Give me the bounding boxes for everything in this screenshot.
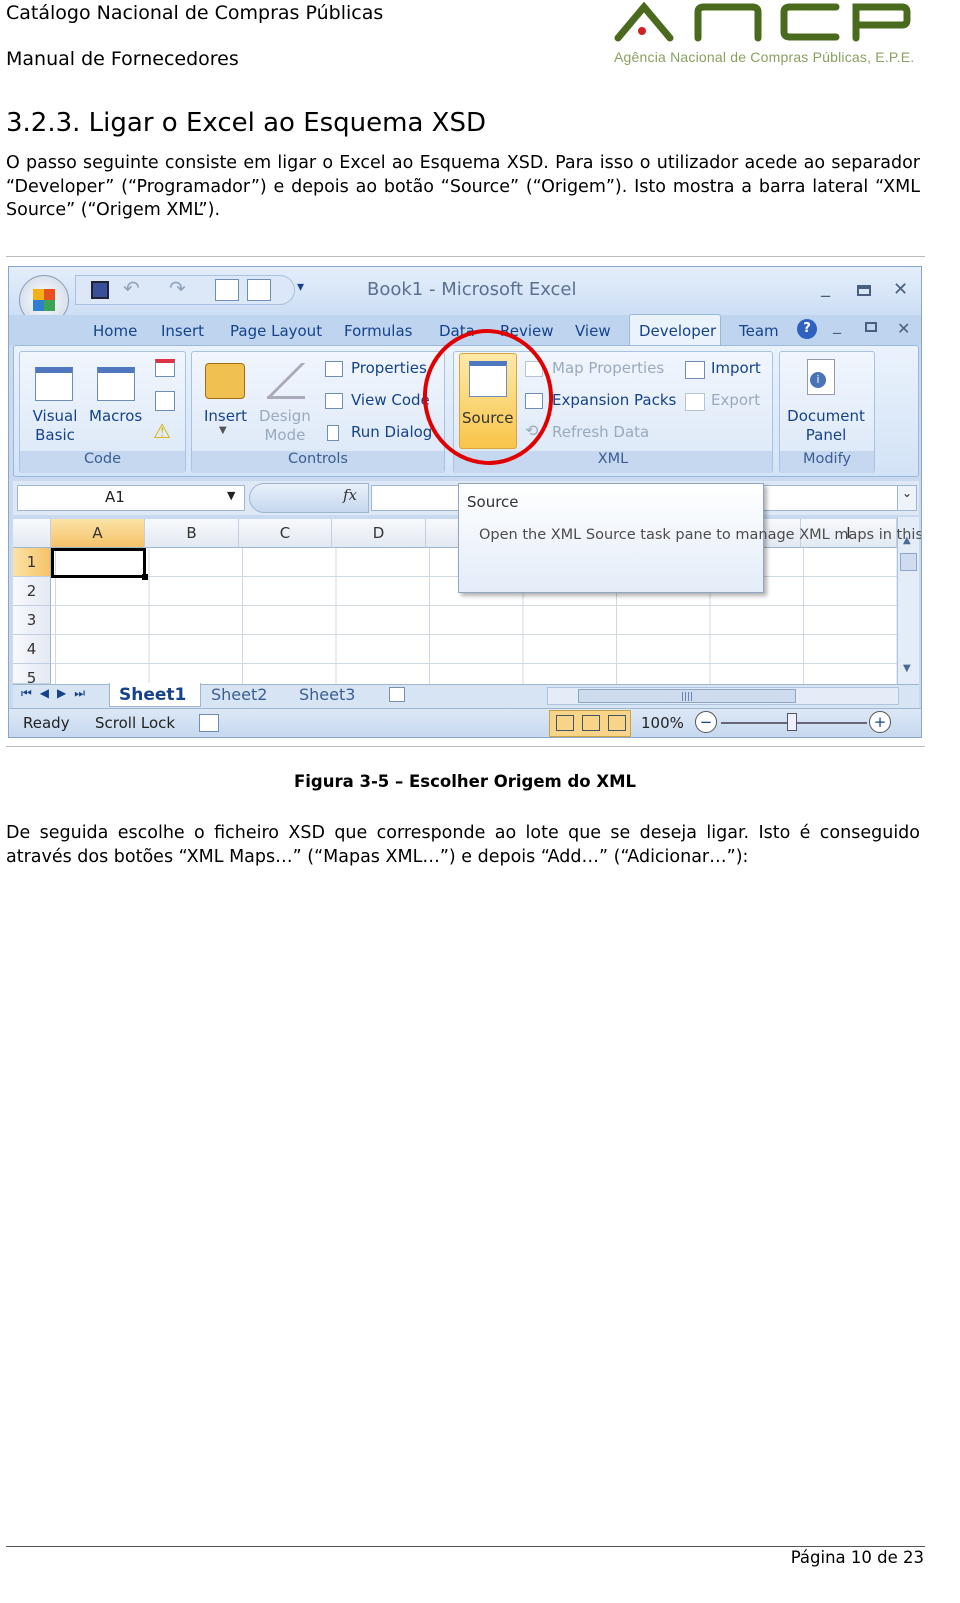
form-icon[interactable] xyxy=(215,279,239,301)
import-icon xyxy=(685,361,705,379)
design-mode-icon xyxy=(267,363,305,399)
horizontal-scrollbar[interactable]: |||| xyxy=(547,687,899,705)
expand-formula-bar-icon[interactable]: ⌄ xyxy=(897,485,917,511)
visual-basic-icon xyxy=(35,367,73,401)
insert-function-button[interactable]: fx xyxy=(343,486,357,504)
insert-controls-button[interactable]: Insert xyxy=(204,407,247,425)
row-header-5[interactable]: 5 xyxy=(13,664,51,684)
tooltip-title: Source xyxy=(467,493,519,511)
row-header-4[interactable]: 4 xyxy=(13,635,51,664)
design-mode-button[interactable]: Design Mode xyxy=(259,407,311,445)
import-button[interactable]: Import xyxy=(711,359,761,377)
tab-insert[interactable]: Insert xyxy=(161,322,204,340)
view-buttons[interactable] xyxy=(549,710,631,737)
row-header-2[interactable]: 2 xyxy=(13,577,51,606)
record-macro-icon[interactable] xyxy=(155,359,175,377)
minimize-button[interactable]: _ xyxy=(821,277,830,298)
status-ready: Ready xyxy=(23,714,70,732)
tooltip-body: Open the XML Source task pane to manage … xyxy=(479,527,921,543)
close-button[interactable]: ✕ xyxy=(893,279,908,300)
document-panel-icon: i xyxy=(807,359,835,395)
section-heading: 3.2.3. Ligar o Excel ao Esquema XSD xyxy=(6,108,487,138)
save-icon[interactable] xyxy=(91,281,109,299)
row-header-1[interactable]: 1 xyxy=(13,548,51,577)
name-box-value: A1 xyxy=(105,488,125,506)
refresh-data-button[interactable]: Refresh Data xyxy=(552,423,649,441)
page-number: Página 10 de 23 xyxy=(790,1548,924,1567)
document-header-subtitle: Manual de Fornecedores xyxy=(6,48,239,70)
figure-bottom-rule xyxy=(6,746,925,747)
document-header-title: Catálogo Nacional de Compras Públicas xyxy=(6,2,384,24)
ancp-logo xyxy=(614,2,911,42)
worksheet-icon[interactable] xyxy=(247,279,271,301)
macro-record-status-icon[interactable] xyxy=(199,714,219,732)
tab-team[interactable]: Team xyxy=(739,322,779,340)
redo-icon[interactable]: ↷ xyxy=(169,276,186,300)
insert-sheet-icon[interactable] xyxy=(389,687,405,702)
document-panel-button[interactable]: Document Panel xyxy=(785,407,867,445)
tab-developer[interactable]: Developer xyxy=(639,322,716,340)
select-all-corner[interactable] xyxy=(13,519,51,548)
group-controls-label: Controls xyxy=(192,451,444,473)
fill-handle[interactable] xyxy=(142,574,148,580)
run-dialog-button[interactable]: Run Dialog xyxy=(351,423,432,441)
relative-references-icon[interactable] xyxy=(155,391,175,411)
visual-basic-button[interactable]: Visual Basic xyxy=(31,407,79,445)
workbook-minimize-button[interactable]: _ xyxy=(833,315,841,334)
tab-page-layout[interactable]: Page Layout xyxy=(230,322,322,340)
properties-button[interactable]: Properties xyxy=(351,359,427,377)
macros-icon xyxy=(97,367,135,401)
row-header-3[interactable]: 3 xyxy=(13,606,51,635)
properties-icon xyxy=(325,361,343,377)
zoom-level[interactable]: 100% xyxy=(641,714,684,732)
macro-security-icon[interactable]: ⚠ xyxy=(153,419,171,443)
sheet-tab-sheet1[interactable]: Sheet1 xyxy=(119,685,186,705)
column-header-d[interactable]: D xyxy=(332,519,426,548)
workbook-close-button[interactable]: ✕ xyxy=(897,319,910,338)
help-icon[interactable]: ? xyxy=(797,319,817,339)
group-modify-label: Modify xyxy=(780,451,874,473)
view-code-icon xyxy=(325,393,343,409)
expansion-packs-button[interactable]: Expansion Packs xyxy=(552,391,676,409)
paragraph-intro: O passo seguinte consiste em ligar o Exc… xyxy=(6,153,920,220)
macros-button[interactable]: Macros xyxy=(89,407,142,425)
insert-controls-icon xyxy=(205,363,245,399)
footer-rule xyxy=(6,1546,925,1547)
workbook-restore-button[interactable] xyxy=(865,322,877,332)
active-cell-a1[interactable] xyxy=(51,548,146,578)
zoom-slider-thumb[interactable] xyxy=(787,713,797,731)
export-button[interactable]: Export xyxy=(711,391,760,409)
run-dialog-icon xyxy=(327,425,339,441)
undo-icon[interactable]: ↶ xyxy=(123,276,140,300)
zoom-in-button[interactable]: + xyxy=(869,711,891,733)
view-code-button[interactable]: View Code xyxy=(351,391,430,409)
column-header-b[interactable]: B xyxy=(145,519,239,548)
tab-formulas[interactable]: Formulas xyxy=(344,322,412,340)
paragraph-next-step: De seguida escolhe o ficheiro XSD que co… xyxy=(6,823,920,867)
group-code-label: Code xyxy=(20,451,185,473)
tab-view[interactable]: View xyxy=(575,322,611,340)
excel-screenshot: ↶ ↷ ▾ Book1 - Microsoft Excel _ ✕ Home I… xyxy=(8,266,922,738)
customize-qat-icon[interactable]: ▾ xyxy=(297,279,304,295)
sheet-navigation-buttons[interactable]: ⏮◀▶⏭ xyxy=(21,686,93,701)
map-properties-button[interactable]: Map Properties xyxy=(552,359,664,377)
figure-caption: Figura 3-5 – Escolher Origem do XML xyxy=(293,772,637,791)
sheet-tab-sheet2[interactable]: Sheet2 xyxy=(211,685,267,704)
column-header-a[interactable]: A xyxy=(51,519,145,548)
name-box-dropdown-icon[interactable]: ▼ xyxy=(227,489,235,502)
export-icon xyxy=(685,393,705,411)
tab-home[interactable]: Home xyxy=(93,322,137,340)
insert-dropdown-icon[interactable]: ▼ xyxy=(219,425,227,436)
source-tooltip: Source Open the XML Source task pane to … xyxy=(458,483,921,593)
logo-subtitle: Agência Nacional de Compras Públicas, E.… xyxy=(614,49,915,65)
status-scroll-lock: Scroll Lock xyxy=(95,714,176,732)
sheet-tab-sheet3[interactable]: Sheet3 xyxy=(299,685,355,704)
zoom-out-button[interactable]: − xyxy=(695,711,717,733)
figure-top-rule xyxy=(6,256,925,257)
name-box[interactable] xyxy=(17,485,245,511)
window-title: Book1 - Microsoft Excel xyxy=(367,279,577,300)
column-header-c[interactable]: C xyxy=(239,519,332,548)
maximize-button[interactable] xyxy=(857,285,871,296)
